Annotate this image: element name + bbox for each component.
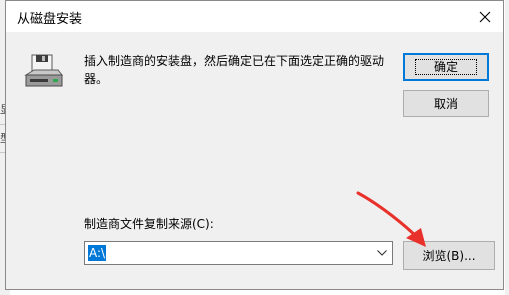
screen: 显 型 从磁盘安装 插入制造商的安装盘，然后确定已在下面选定正确的驱动器。 确定 [0,0,509,295]
cancel-button[interactable]: 取消 [403,90,489,117]
source-path-value[interactable]: A:\ [88,245,107,261]
browse-button-label: 浏览(B)... [422,249,476,263]
background-window-right [505,0,509,295]
close-button[interactable] [467,1,503,32]
instruction-text: 插入制造商的安装盘，然后确定已在下面选定正确的驱动器。 [84,54,385,86]
source-field-label: 制造商文件复制来源(C): [84,217,214,231]
close-icon [479,11,491,22]
title-bar: 从磁盘安装 [6,1,503,32]
dialog-title: 从磁盘安装 [17,12,83,27]
disk-drive-icon [24,54,64,87]
ok-button-label: 确定 [414,59,477,75]
browse-button[interactable]: 浏览(B)... [403,241,495,270]
chevron-down-icon [377,250,387,256]
cancel-button-label: 取消 [433,97,458,111]
source-path-combobox[interactable]: A:\ [84,241,393,265]
dropdown-arrow-button[interactable] [374,245,390,261]
install-from-disk-dialog: 从磁盘安装 插入制造商的安装盘，然后确定已在下面选定正确的驱动器。 确定 取消 … [5,0,504,290]
ok-button[interactable]: 确定 [403,53,489,81]
